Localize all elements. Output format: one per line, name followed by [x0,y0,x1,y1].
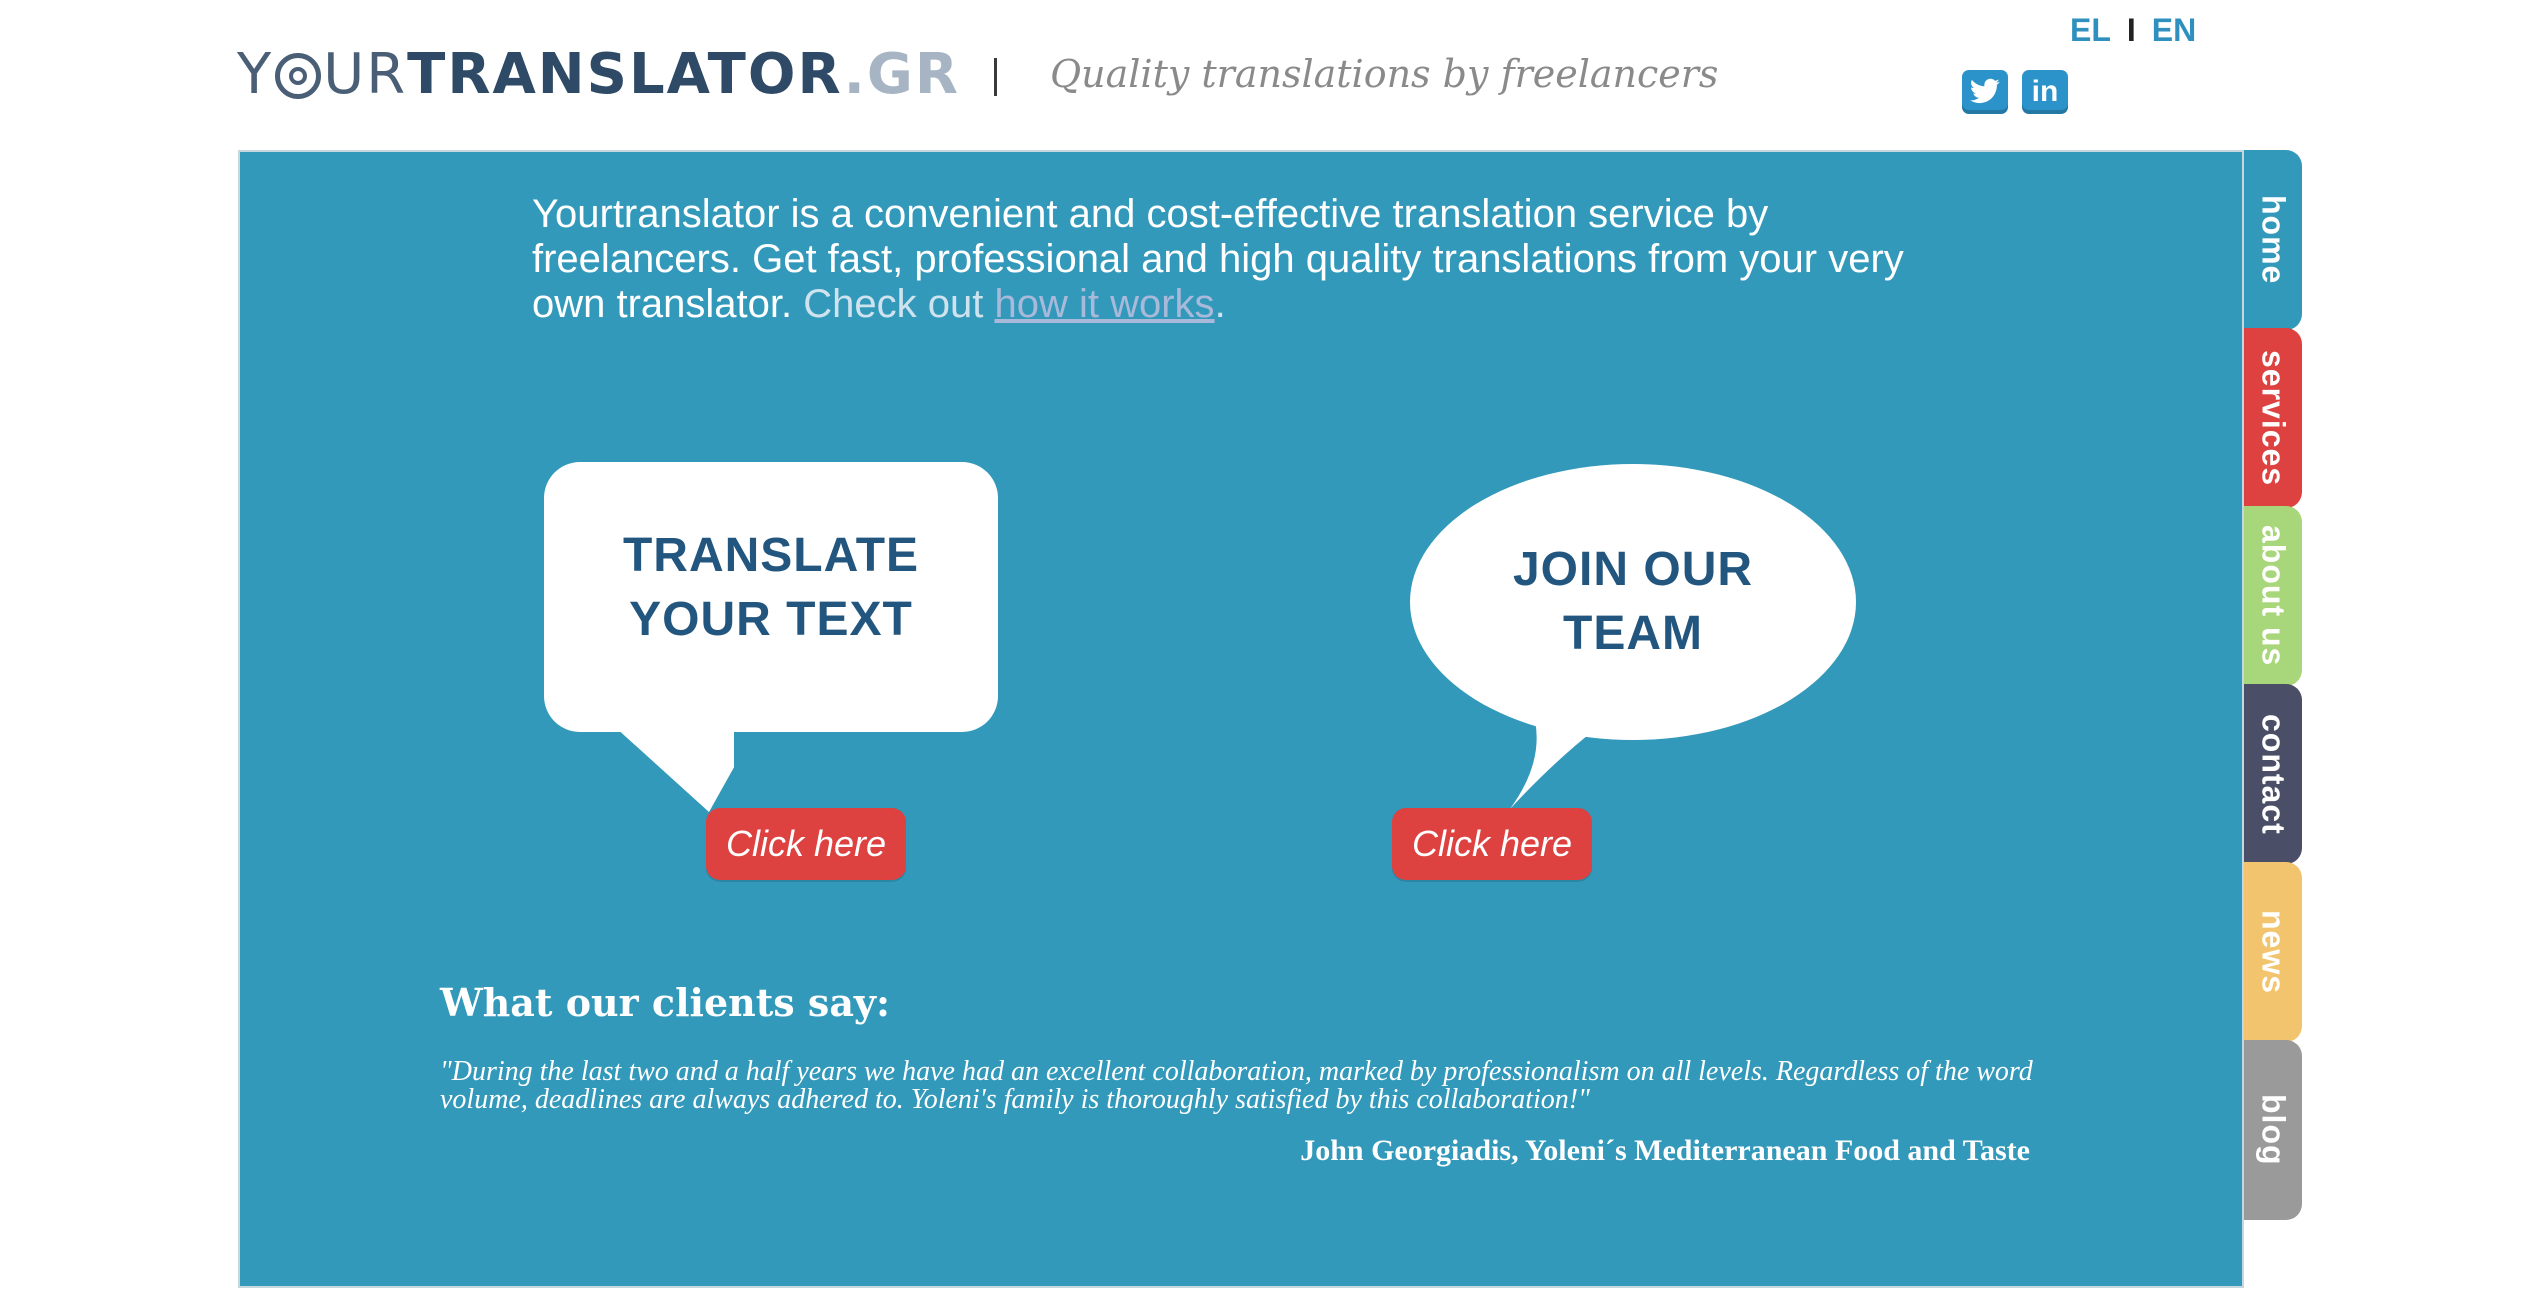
join-bubble-text: JOIN OUR TEAM [1410,538,1856,666]
lang-separator: I [2126,12,2136,48]
intro-check-out: Check out [803,282,984,326]
main-panel: Yourtranslator is a convenient and cost-… [238,150,2244,1288]
translate-line-2: YOUR TEXT [629,593,913,646]
language-switcher: EL I EN [2070,12,2196,49]
testimonial-author: John Georgiadis, Yoleni´s Mediterranean … [1300,1134,2030,1167]
join-line-1: JOIN OUR [1512,543,1754,596]
logo-your: Y UR [237,42,408,107]
logo-domain: .GR [843,42,960,107]
tab-services[interactable]: services [2244,328,2302,508]
tab-blog[interactable]: blog [2244,1040,2302,1220]
tab-news-label: news [2255,909,2292,995]
tab-news[interactable]: news [2244,862,2302,1042]
site-tagline: Quality translations by freelancers [1050,52,1719,96]
tab-services-label: services [2255,349,2292,487]
join-bubble[interactable]: JOIN OUR TEAM [1410,464,1856,809]
join-line-2: TEAM [1563,607,1703,660]
testimonial-quote: "During the last two and a half years we… [440,1056,2033,1115]
social-links: in [1962,70,2068,114]
tab-contact-label: contact [2255,713,2292,835]
side-nav-tabs: home services about us contact news blog [2244,150,2302,1220]
lang-el-link[interactable]: EL [2070,12,2111,48]
intro-suffix: . [1214,282,1226,326]
site-logo[interactable]: Y URTRANSLATOR.GR [237,40,960,110]
linkedin-icon[interactable]: in [2022,70,2068,114]
tab-contact[interactable]: contact [2244,684,2302,864]
translate-click-button[interactable]: Click here [706,808,906,880]
tab-blog-label: blog [2255,1094,2292,1166]
twitter-icon[interactable] [1962,70,2008,114]
translate-line-1: TRANSLATE [622,529,920,582]
testimonials-heading: What our clients say: [440,980,891,1025]
logo-translator: TRANSLATOR [407,42,844,107]
translate-bubble[interactable]: TRANSLATE YOUR TEXT [544,462,998,812]
tab-about-us[interactable]: about us [2244,506,2302,686]
twitter-bird-glyph [1969,78,2000,104]
header-divider [994,58,997,96]
how-it-works-link[interactable]: how it works [995,282,1215,326]
intro-text: Yourtranslator is a convenient and cost-… [532,192,1952,327]
join-bubble-tail [1510,704,1630,809]
tab-about-us-label: about us [2255,525,2292,667]
lang-en-link[interactable]: EN [2152,12,2196,48]
linkedin-glyph: in [2031,75,2059,108]
logo-speech-icon [275,53,322,99]
tab-home[interactable]: home [2244,150,2302,330]
translate-bubble-text: TRANSLATE YOUR TEXT [544,524,998,652]
translate-bubble-tail [604,717,734,812]
tab-home-label: home [2255,195,2292,285]
join-click-button[interactable]: Click here [1392,808,1592,880]
